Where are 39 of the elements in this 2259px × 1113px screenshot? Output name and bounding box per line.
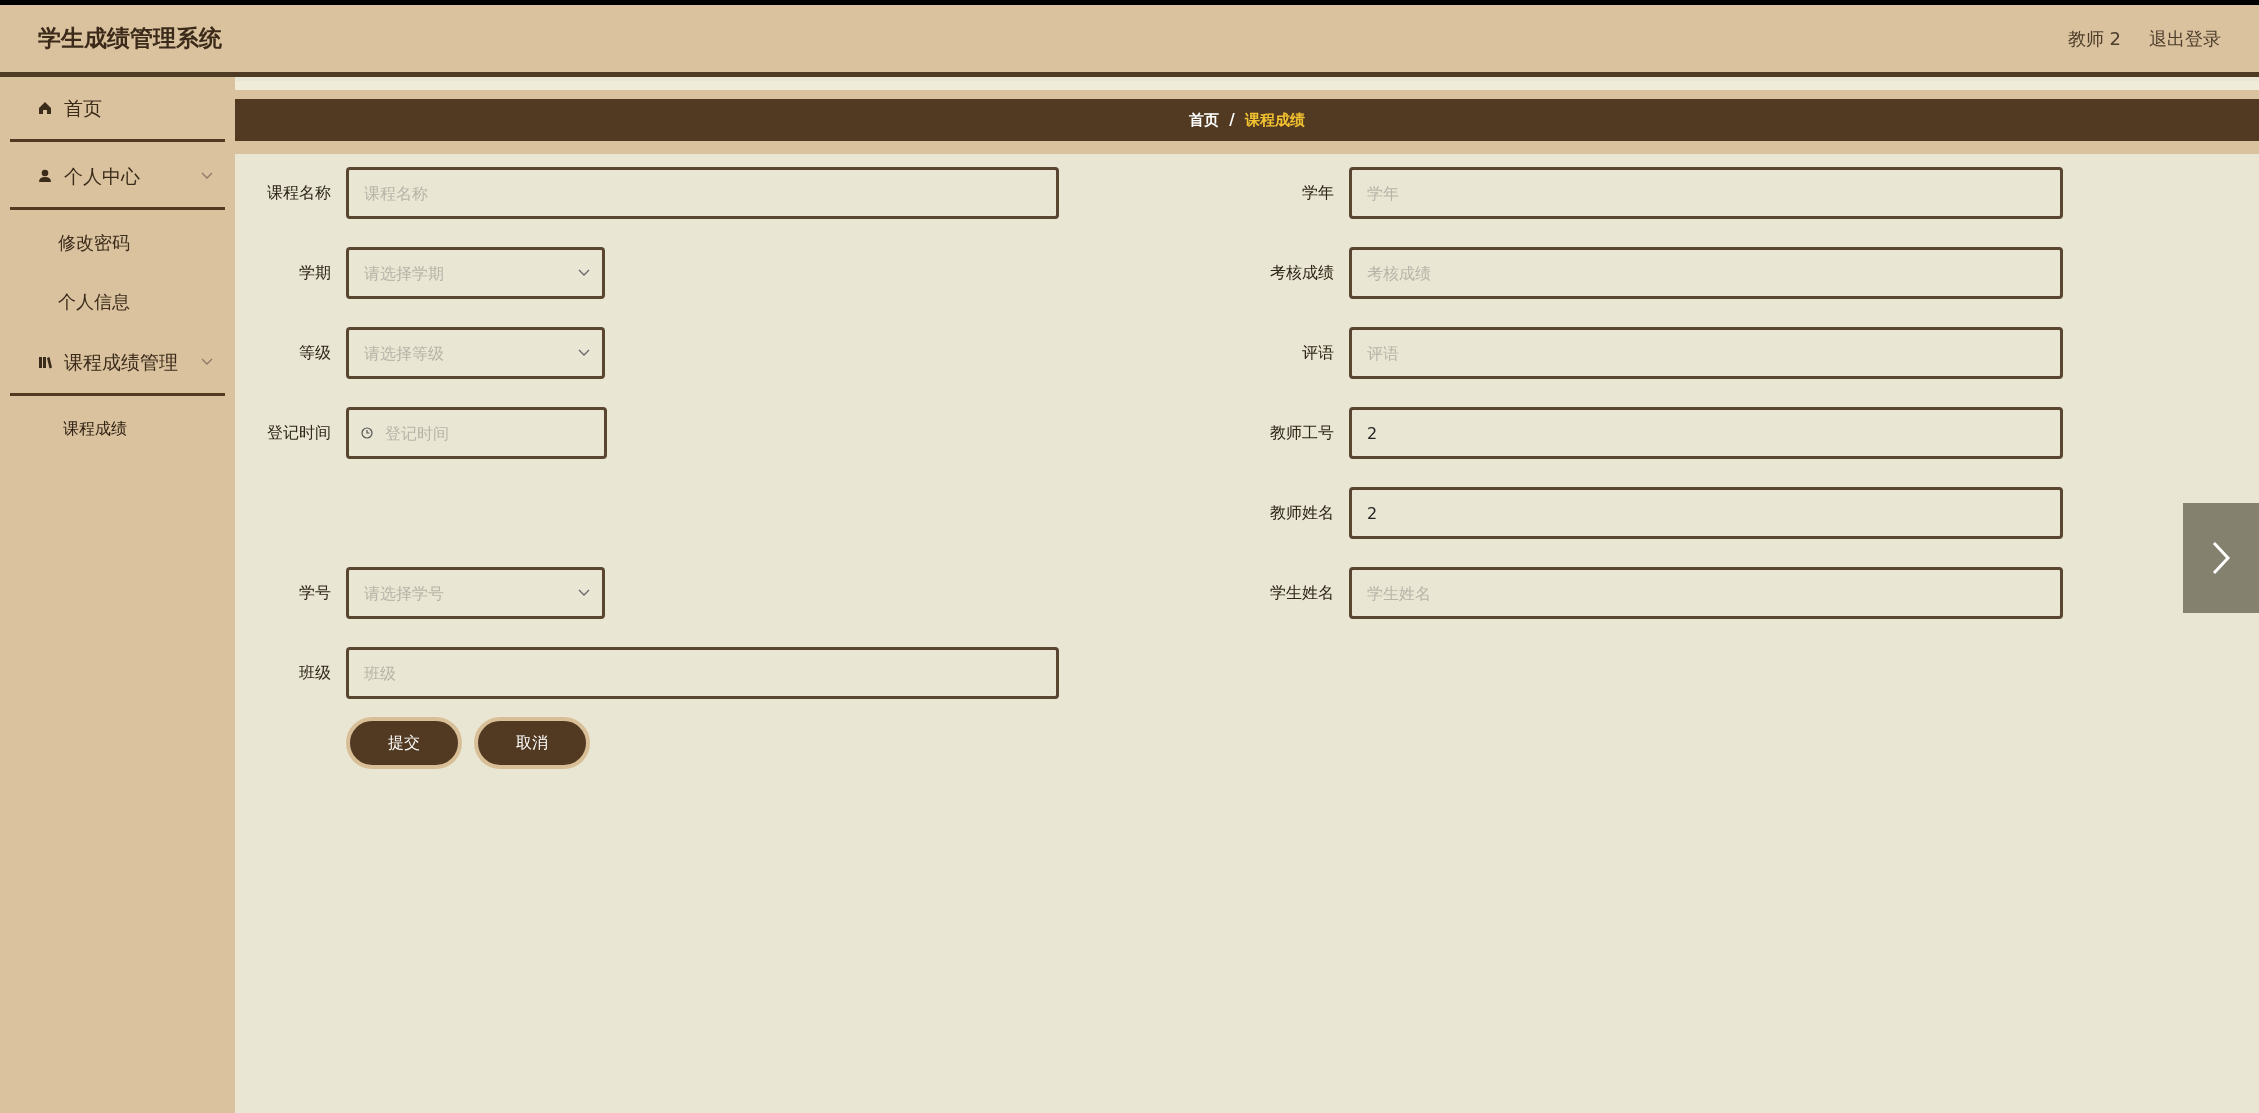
cancel-button[interactable]: 取消: [474, 717, 590, 769]
chevron-down-icon: [578, 589, 590, 597]
user-link[interactable]: 教师 2: [2067, 25, 2121, 52]
input-field[interactable]: 2: [1349, 407, 2063, 459]
sidebar-subitem[interactable]: 个人信息: [10, 272, 225, 331]
person-icon: [38, 169, 52, 183]
chevron-down-icon: [201, 358, 213, 366]
field-label: 学期: [298, 262, 332, 284]
field-label: 评语: [1301, 342, 1335, 364]
chevron-down-icon: [578, 269, 590, 277]
input-field[interactable]: 2: [1349, 487, 2063, 539]
field-label: 班级: [298, 662, 332, 684]
breadcrumb-separator: /: [1229, 109, 1235, 131]
sidebar-item[interactable]: 个人中心: [10, 145, 225, 210]
field-label: 学生姓名: [1269, 582, 1335, 604]
next-button[interactable]: [2183, 503, 2259, 613]
app-title: 学生成绩管理系统: [38, 24, 222, 54]
chevron-down-icon: [578, 349, 590, 357]
chevron-right-icon: [2211, 540, 2231, 576]
breadcrumb-item[interactable]: 首页: [1189, 108, 1220, 132]
clock-icon: [361, 427, 373, 439]
submit-button[interactable]: 提交: [346, 717, 462, 769]
home-icon: [38, 101, 52, 115]
breadcrumb-item: 课程成绩: [1244, 109, 1305, 131]
field-label: 教师姓名: [1269, 502, 1335, 524]
chevron-down-icon: [201, 172, 213, 180]
sidebar-item[interactable]: 课程成绩管理: [10, 331, 225, 396]
field-label: 教师工号: [1269, 422, 1335, 444]
sidebar-subitem[interactable]: 修改密码: [10, 213, 225, 272]
field-label: 登记时间: [266, 422, 332, 444]
sidebar-subitem[interactable]: 课程成绩: [10, 399, 225, 458]
field-label: 课程名称: [266, 182, 332, 204]
field-label: 考核成绩: [1269, 262, 1335, 284]
books-icon: [38, 355, 52, 369]
sidebar-item[interactable]: 首页: [10, 77, 225, 142]
field-label: 学号: [298, 582, 332, 604]
field-label: 学年: [1301, 182, 1335, 204]
field-label: 等级: [298, 342, 332, 364]
logout-link[interactable]: 退出登录: [2149, 25, 2221, 52]
